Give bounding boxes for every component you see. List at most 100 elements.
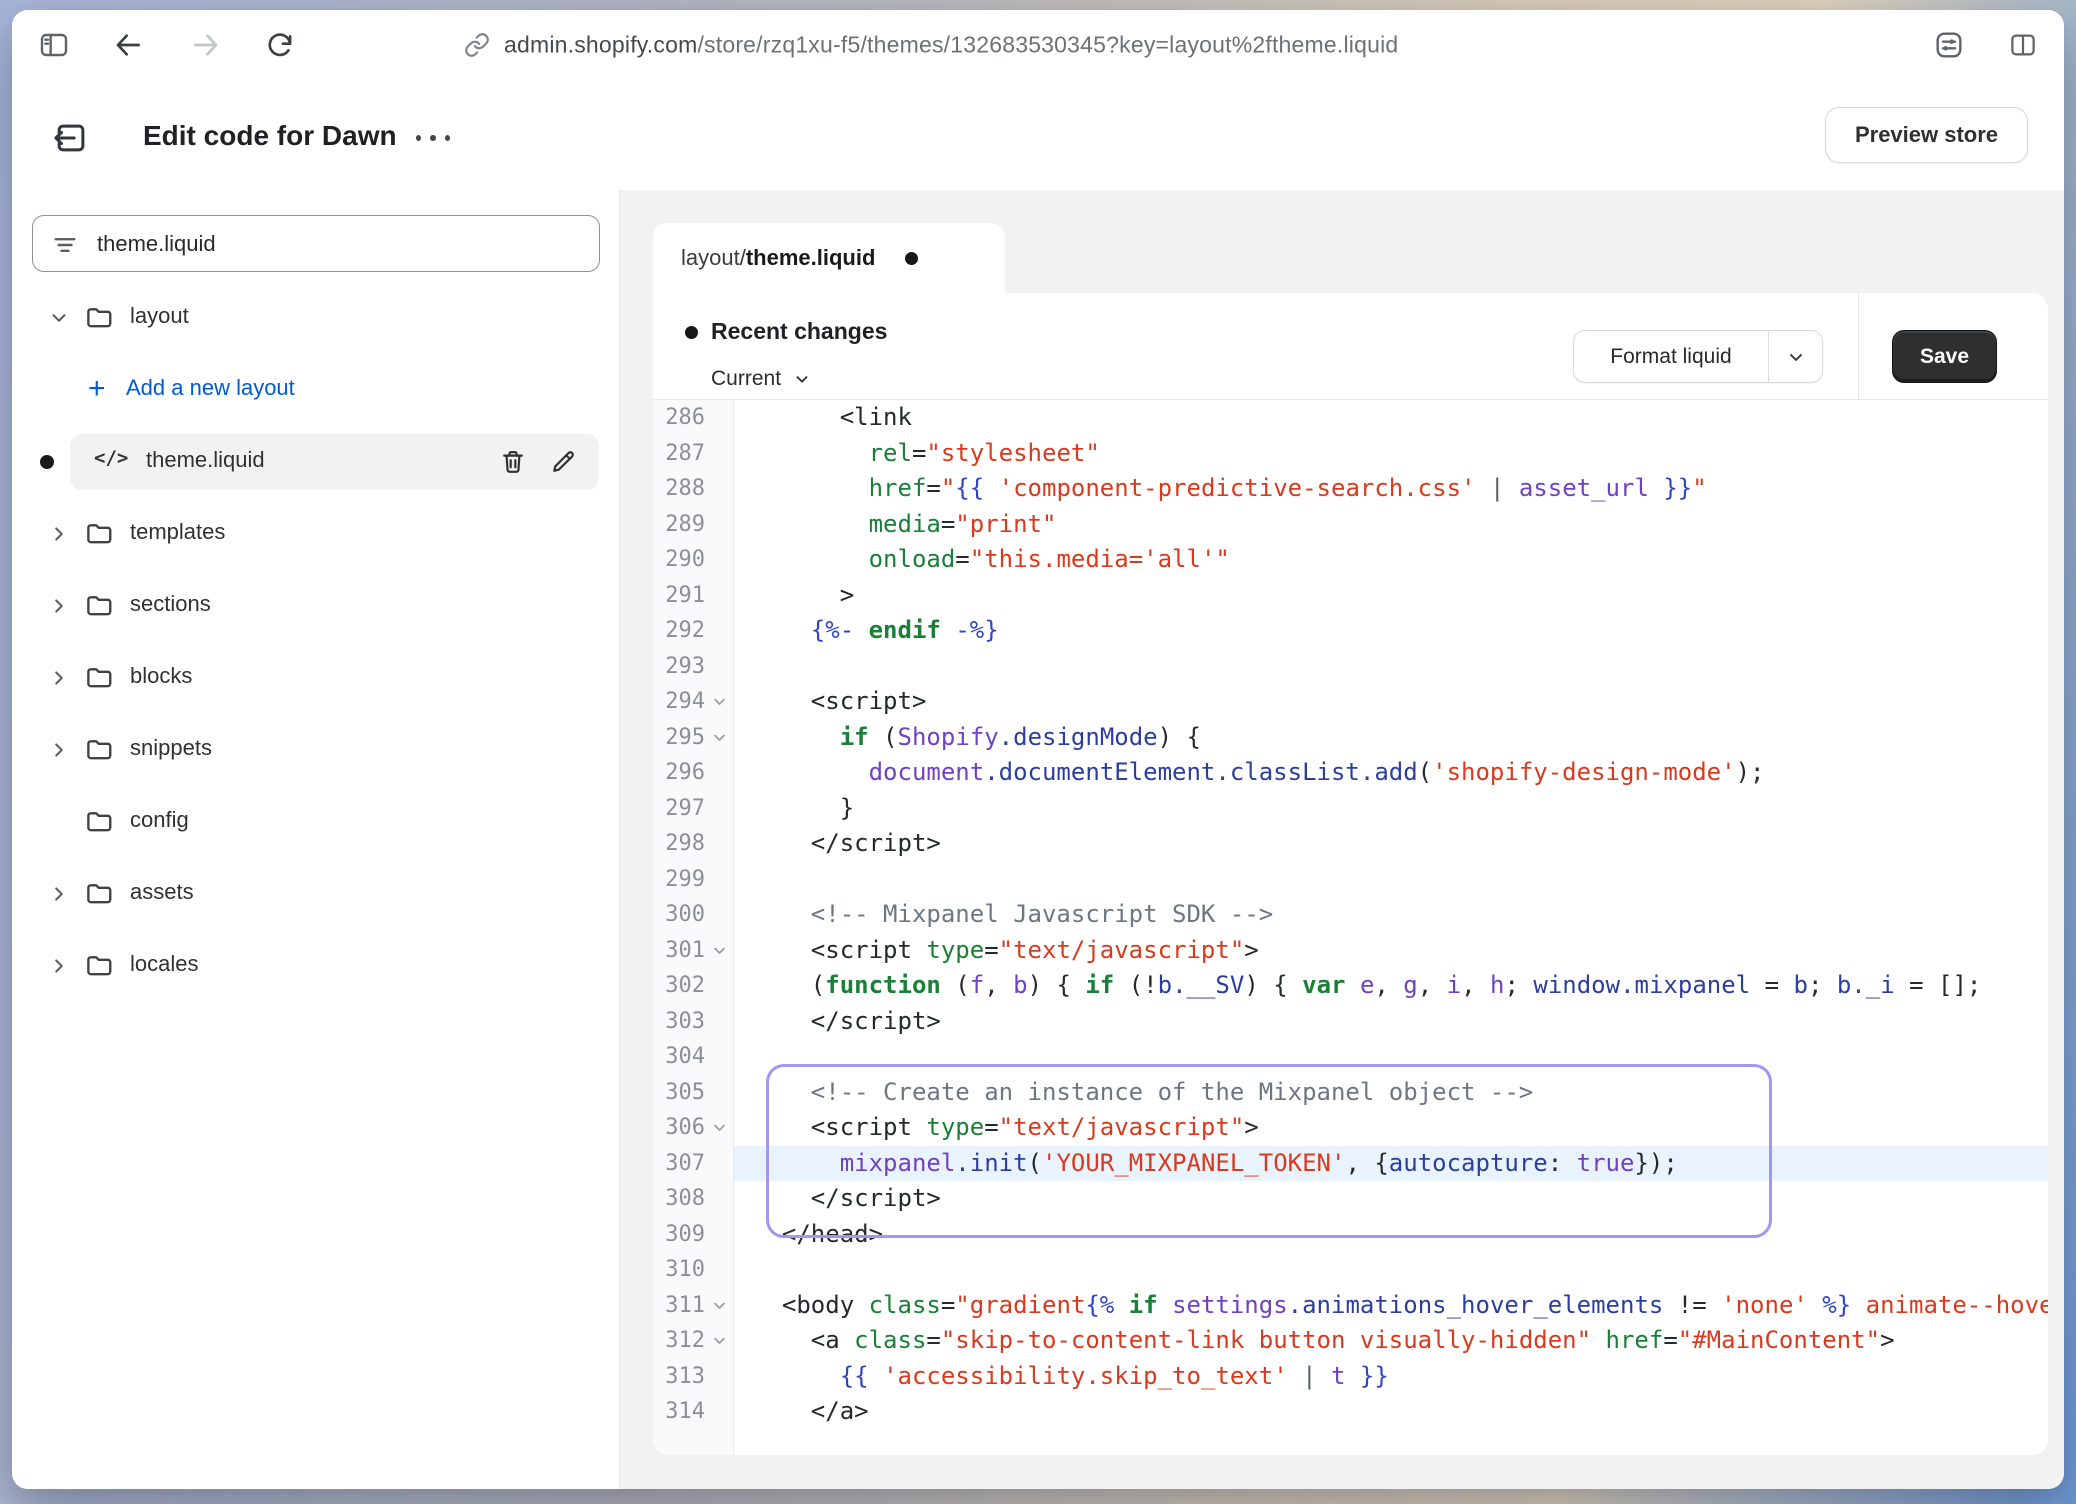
line-number: 288 (653, 471, 705, 507)
code-line-293[interactable]: 293 (653, 649, 2048, 685)
chevron-right-icon (48, 667, 70, 689)
line-number: 291 (653, 578, 705, 614)
code-line-292[interactable]: 292 {%- endif -%} (653, 613, 2048, 649)
line-number: 313 (653, 1359, 705, 1395)
line-number: 304 (653, 1039, 705, 1075)
selected-file-row[interactable]: </>theme.liquid (70, 434, 599, 490)
sidebar-item-label: config (130, 807, 189, 833)
code-line-313[interactable]: 313 {{ 'accessibility.skip_to_text' | t … (653, 1359, 2048, 1395)
code-text: media="print" (734, 507, 2048, 543)
filter-icon (51, 231, 79, 259)
code-line-303[interactable]: 303 </script> (653, 1004, 2048, 1040)
code-line-288[interactable]: 288 href="{{ 'component-predictive-searc… (653, 471, 2048, 507)
code-line-295[interactable]: 295 if (Shopify.designMode) { (653, 720, 2048, 756)
sidebar-item-add-a-new-layout[interactable]: +Add a new layout (12, 362, 619, 418)
fold-chevron-icon[interactable] (712, 694, 727, 709)
code-line-290[interactable]: 290 onload="this.media='all'" (653, 542, 2048, 578)
sidebar-item-layout[interactable]: layout (12, 290, 619, 346)
editor-content: layout/theme.liquid Recent changes Curre… (620, 190, 2064, 1489)
fold-chevron-icon[interactable] (712, 1120, 727, 1135)
format-options-chevron[interactable] (1768, 331, 1822, 382)
sidebar-item-config[interactable]: config (12, 794, 619, 850)
sidebar-item-snippets[interactable]: snippets (12, 722, 619, 778)
folder-icon (84, 591, 114, 621)
file-sidebar: layout +Add a new layout </>theme.liquid te… (12, 190, 620, 1489)
chevron-down-icon (1786, 347, 1806, 367)
code-line-301[interactable]: 301 <script type="text/javascript"> (653, 933, 2048, 969)
code-line-289[interactable]: 289 media="print" (653, 507, 2048, 543)
preview-store-button[interactable]: Preview store (1825, 107, 2028, 163)
split-view-icon[interactable] (2008, 30, 2038, 60)
code-line-307[interactable]: 307 mixpanel.init('YOUR_MIXPANEL_TOKEN',… (653, 1146, 2048, 1182)
line-number: 289 (653, 507, 705, 543)
save-button[interactable]: Save (1892, 330, 1997, 383)
code-line-291[interactable]: 291 > (653, 578, 2048, 614)
version-select[interactable]: Current (711, 365, 811, 393)
format-liquid-button[interactable]: Format liquid (1573, 330, 1823, 383)
code-line-298[interactable]: 298 </script> (653, 826, 2048, 862)
code-line-297[interactable]: 297 } (653, 791, 2048, 827)
code-line-305[interactable]: 305 <!-- Create an instance of the Mixpa… (653, 1075, 2048, 1111)
line-number: 290 (653, 542, 705, 578)
sidebar-item-theme.liquid[interactable]: </>theme.liquid (12, 434, 619, 490)
code-text: {%- endif -%} (734, 613, 2048, 649)
sidebar-item-label: snippets (130, 735, 212, 761)
rename-icon (549, 448, 577, 476)
folder-icon (84, 951, 114, 981)
code-line-309[interactable]: 309 </head> (653, 1217, 2048, 1253)
line-number: 305 (653, 1075, 705, 1111)
sidebar-item-locales[interactable]: locales (12, 938, 619, 994)
sidebar-item-label: templates (130, 519, 225, 545)
code-line-304[interactable]: 304 (653, 1039, 2048, 1075)
code-line-314[interactable]: 314 </a> (653, 1394, 2048, 1430)
code-line-302[interactable]: 302 (function (f, b) { if (!b.__SV) { va… (653, 968, 2048, 1004)
code-line-296[interactable]: 296 document.documentElement.classList.a… (653, 755, 2048, 791)
code-text: </script> (734, 1181, 2048, 1217)
exit-editor-icon[interactable] (52, 119, 90, 157)
file-filter-input[interactable] (95, 220, 579, 267)
address-bar[interactable]: admin.shopify.com/store/rzq1xu-f5/themes… (504, 32, 1398, 59)
delete-file-button[interactable] (499, 448, 527, 479)
reload-icon[interactable] (264, 29, 296, 61)
code-line-312[interactable]: 312 <a class="skip-to-content-link butto… (653, 1323, 2048, 1359)
code-file-icon: </> (94, 447, 128, 469)
rename-file-button[interactable] (549, 448, 577, 479)
code-editor[interactable]: 286 <link287 rel="stylesheet"288 href="{… (653, 400, 2048, 1455)
app-body: layout +Add a new layout </>theme.liquid te… (12, 190, 2064, 1489)
link-icon (464, 32, 490, 58)
code-line-286[interactable]: 286 <link (653, 400, 2048, 436)
fold-chevron-icon[interactable] (712, 1333, 727, 1348)
sidebar-item-blocks[interactable]: blocks (12, 650, 619, 706)
code-line-310[interactable]: 310 (653, 1252, 2048, 1288)
code-line-306[interactable]: 306 <script type="text/javascript"> (653, 1110, 2048, 1146)
fold-chevron-icon[interactable] (712, 1298, 727, 1313)
code-line-308[interactable]: 308 </script> (653, 1181, 2048, 1217)
sidebar-item-templates[interactable]: templates (12, 506, 619, 562)
code-text: <script> (734, 684, 2048, 720)
folder-icon (84, 519, 114, 549)
file-tab[interactable]: layout/theme.liquid (653, 223, 1005, 293)
fold-chevron-icon[interactable] (712, 730, 727, 745)
code-text (734, 649, 2048, 685)
back-icon[interactable] (112, 29, 144, 61)
fold-chevron-icon[interactable] (712, 943, 727, 958)
sidebar-toggle-icon[interactable] (38, 29, 70, 61)
line-number: 303 (653, 1004, 705, 1040)
more-options-button[interactable] (410, 128, 456, 148)
code-text: <!-- Mixpanel Javascript SDK --> (734, 897, 2048, 933)
sidebar-item-assets[interactable]: assets (12, 866, 619, 922)
code-line-287[interactable]: 287 rel="stylesheet" (653, 436, 2048, 472)
browser-toolbar: admin.shopify.com/store/rzq1xu-f5/themes… (12, 10, 2064, 81)
sidebar-item-label: locales (130, 951, 198, 977)
code-line-299[interactable]: 299 (653, 862, 2048, 898)
code-line-300[interactable]: 300 <!-- Mixpanel Javascript SDK --> (653, 897, 2048, 933)
code-line-294[interactable]: 294 <script> (653, 684, 2048, 720)
code-line-311[interactable]: 311 <body class="gradient{% if settings.… (653, 1288, 2048, 1324)
file-filter-box[interactable] (32, 215, 600, 272)
code-text: <body class="gradient{% if settings.anim… (734, 1288, 2048, 1324)
sidebar-item-label: sections (130, 591, 211, 617)
browser-settings-icon[interactable] (1933, 29, 1965, 61)
sidebar-item-sections[interactable]: sections (12, 578, 619, 634)
code-text: mixpanel.init('YOUR_MIXPANEL_TOKEN', {au… (734, 1146, 2048, 1182)
folder-icon (84, 735, 114, 765)
